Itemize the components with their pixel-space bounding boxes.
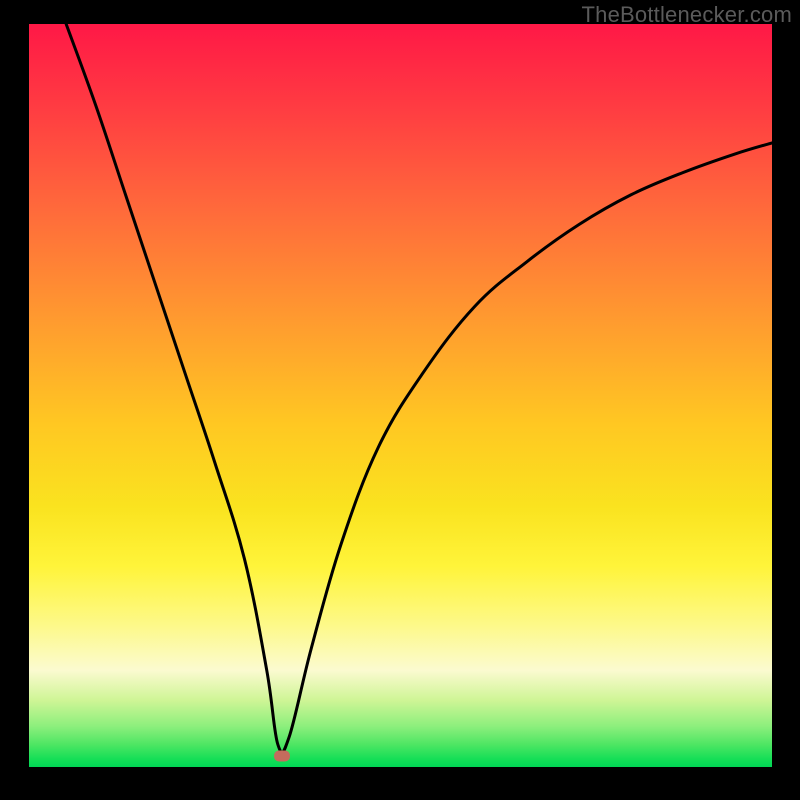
bottleneck-curve xyxy=(29,24,772,767)
chart-stage: TheBottlenecker.com xyxy=(0,0,800,800)
optimal-marker xyxy=(274,750,290,761)
watermark-text: TheBottlenecker.com xyxy=(582,2,792,28)
plot-area xyxy=(29,24,772,767)
